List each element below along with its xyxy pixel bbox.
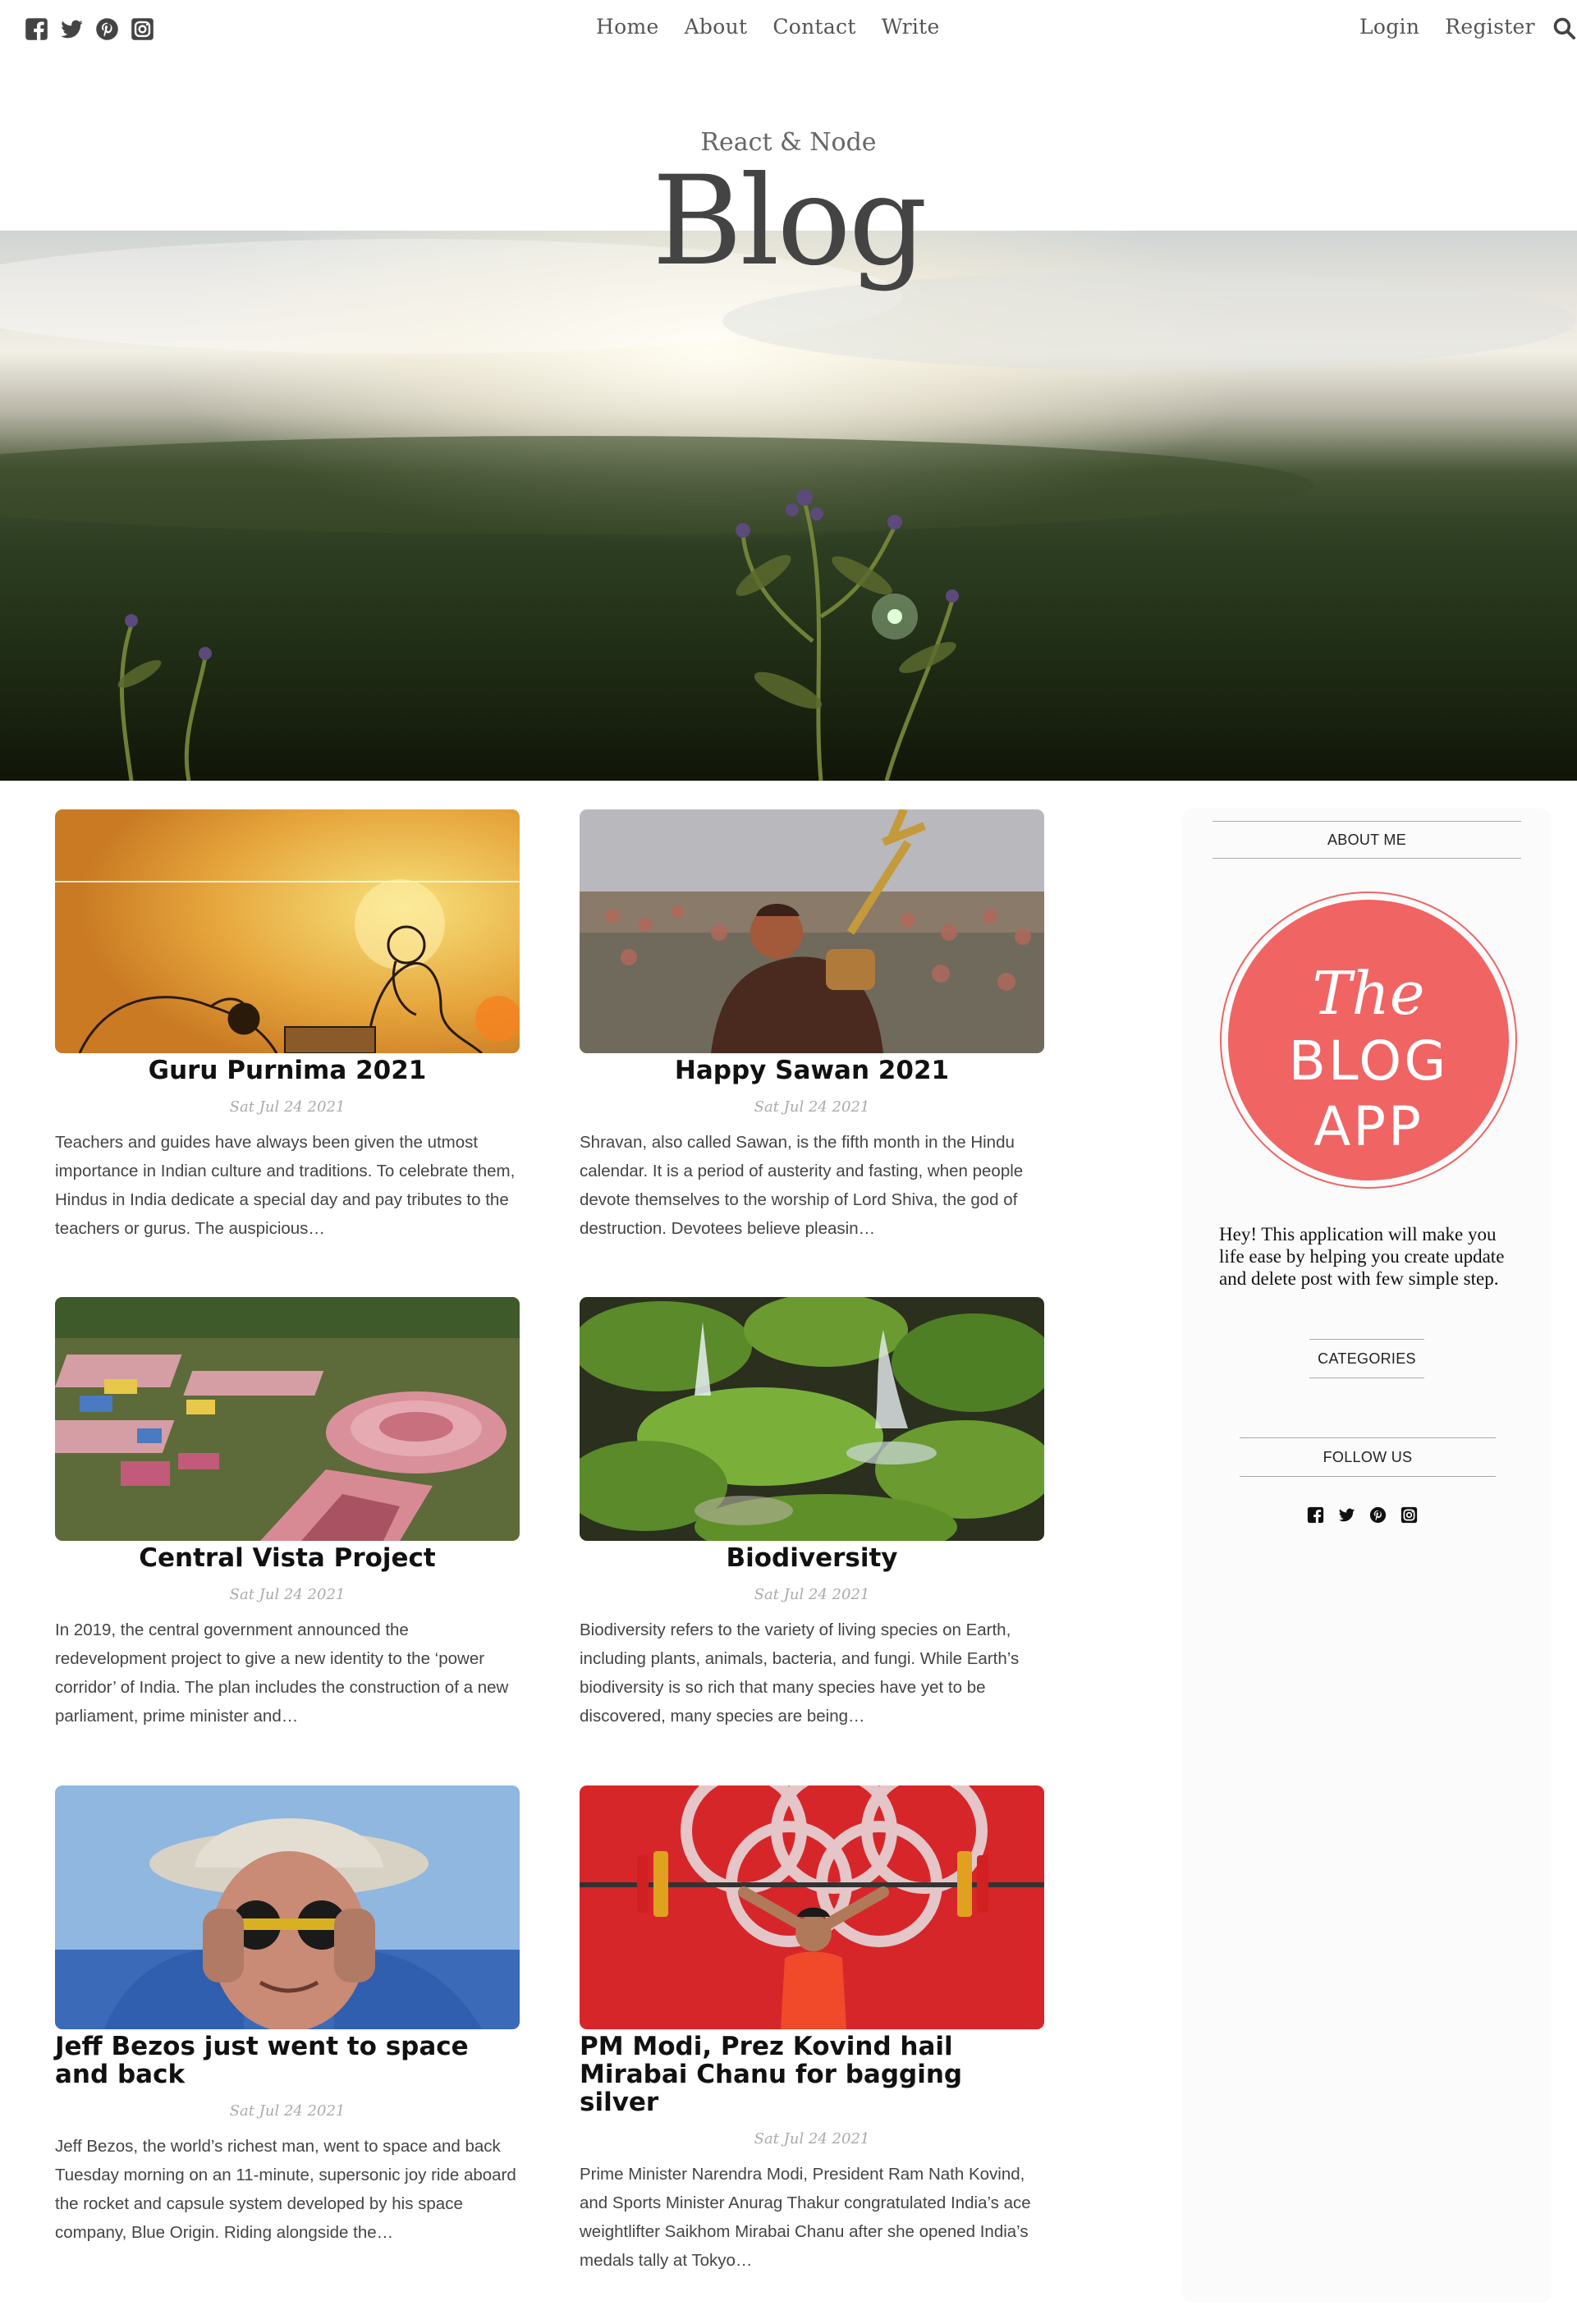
search-icon[interactable]: [1552, 16, 1577, 41]
post-date: Sat Jul 24 2021: [229, 1586, 346, 1603]
post-date: Sat Jul 24 2021: [229, 2102, 346, 2120]
sidebar: ABOUT ME The BLOG APP Hey! This applicat…: [1182, 809, 1552, 2303]
nav-write[interactable]: Write: [882, 15, 940, 39]
header-title: Blog: [652, 150, 928, 293]
about-heading: ABOUT ME: [1213, 821, 1521, 859]
post-description: Jeff Bezos, the world’s richest man, wen…: [55, 2137, 516, 2242]
post-title[interactable]: Central Vista Project: [55, 1544, 520, 1572]
auth-nav: Login Register: [1359, 15, 1535, 39]
about-text: Hey! This application will make you life…: [1219, 1224, 1505, 1289]
login-link[interactable]: Login: [1359, 15, 1419, 39]
post-description: In 2019, the central government announce…: [55, 1620, 509, 1726]
post-image[interactable]: [580, 809, 1044, 1053]
twitter-icon[interactable]: [1338, 1506, 1355, 1524]
facebook-icon[interactable]: [1307, 1506, 1324, 1524]
facebook-icon[interactable]: [25, 17, 48, 41]
post-date: Sat Jul 24 2021: [754, 1586, 870, 1603]
categories-heading: CATEGORIES: [1309, 1339, 1424, 1378]
post-card[interactable]: Central Vista Project Sat Jul 24 2021 In…: [55, 1297, 520, 1730]
pinterest-icon[interactable]: [1369, 1506, 1387, 1524]
post-description: Teachers and guides have always been giv…: [55, 1133, 516, 1238]
main-nav: Home About Contact Write: [596, 15, 940, 39]
post-title[interactable]: Jeff Bezos just went to space and back: [55, 2033, 520, 2088]
logo-line3: APP: [1313, 1095, 1423, 1158]
instagram-icon[interactable]: [131, 17, 154, 41]
post-title[interactable]: Guru Purnima 2021: [55, 1057, 520, 1084]
post-card[interactable]: Happy Sawan 2021 Sat Jul 24 2021 Shravan…: [580, 809, 1044, 1243]
post-card[interactable]: Guru Purnima 2021 Sat Jul 24 2021 Teache…: [55, 809, 520, 1243]
social-links: [25, 17, 154, 41]
sidebar-social-links: [1307, 1506, 1418, 1524]
post-image[interactable]: [580, 1297, 1044, 1541]
post-date: Sat Jul 24 2021: [754, 1098, 870, 1116]
logo-line1: The: [1312, 959, 1424, 1028]
pinterest-icon[interactable]: [95, 17, 119, 41]
post-description: Biodiversity refers to the variety of li…: [580, 1620, 1020, 1726]
register-link[interactable]: Register: [1445, 15, 1535, 39]
instagram-icon[interactable]: [1401, 1506, 1418, 1524]
post-date: Sat Jul 24 2021: [754, 2130, 870, 2148]
hero-image: [0, 231, 1577, 781]
post-image[interactable]: [55, 809, 520, 1053]
post-title[interactable]: Biodiversity: [580, 1544, 1044, 1572]
post-card[interactable]: Jeff Bezos just went to space and back S…: [55, 1785, 520, 2247]
top-navbar: Home About Contact Write Login Register: [0, 0, 1577, 57]
post-title[interactable]: PM Modi, Prez Kovind hail Mirabai Chanu …: [580, 2033, 1044, 2116]
post-card[interactable]: PM Modi, Prez Kovind hail Mirabai Chanu …: [580, 1785, 1044, 2275]
post-description: Shravan, also called Sawan, is the fifth…: [580, 1133, 1024, 1238]
nav-contact[interactable]: Contact: [772, 15, 855, 39]
blog-app-logo: The BLOG APP: [1220, 892, 1517, 1189]
logo-line2: BLOG: [1289, 1029, 1449, 1093]
post-image[interactable]: [580, 1785, 1044, 2029]
post-title[interactable]: Happy Sawan 2021: [580, 1057, 1044, 1084]
post-description: Prime Minister Narendra Modi, President …: [580, 2165, 1031, 2270]
post-date: Sat Jul 24 2021: [229, 1098, 346, 1116]
nav-home[interactable]: Home: [596, 15, 659, 39]
post-image[interactable]: [55, 1785, 520, 2029]
post-card[interactable]: Biodiversity Sat Jul 24 2021 Biodiversit…: [580, 1297, 1044, 1730]
twitter-icon[interactable]: [60, 17, 84, 41]
follow-heading: FOLLOW US: [1240, 1437, 1496, 1477]
nav-about[interactable]: About: [685, 15, 748, 39]
post-image[interactable]: [55, 1297, 520, 1541]
